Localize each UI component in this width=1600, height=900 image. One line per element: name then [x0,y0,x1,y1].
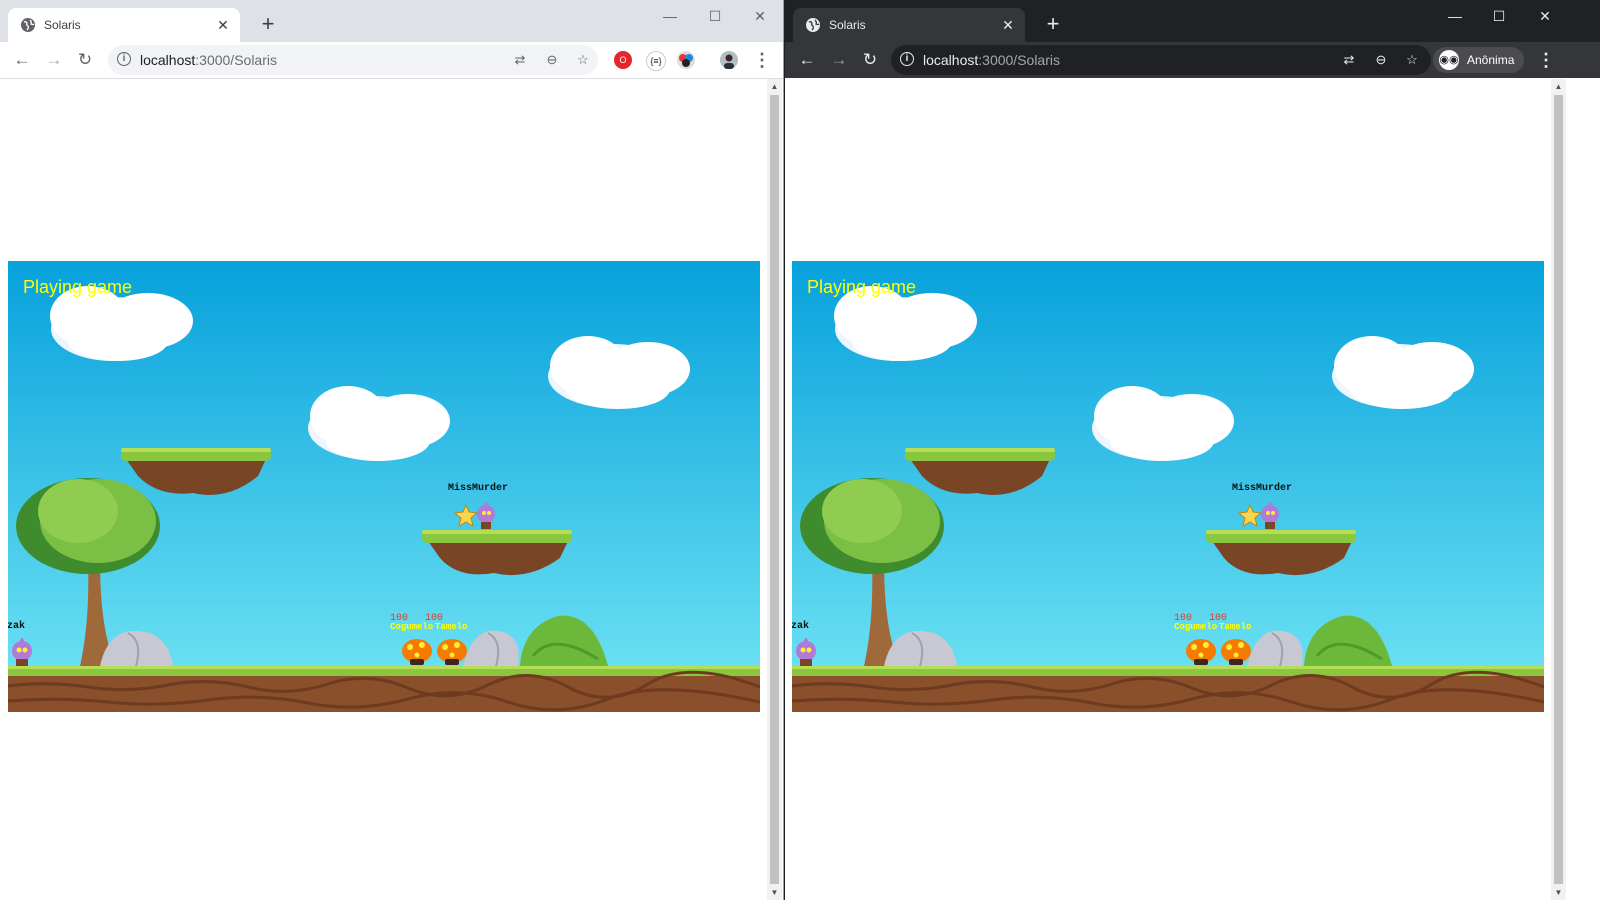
profile-avatar-icon[interactable] [720,51,738,69]
zoom-icon[interactable]: ⊖ [1373,52,1389,68]
tab-close-icon[interactable]: ✕ [999,16,1017,34]
tab-title: Solaris [829,18,866,32]
menu-kebab-icon[interactable]: ⋮ [1534,46,1558,74]
scroll-down-icon[interactable]: ▼ [1551,885,1566,900]
browser-toolbar: ← → ↻ i localhost:3000/Solaris ⇄ ⊖ ☆ ◉◉ … [785,42,1600,78]
game-canvas[interactable]: Playing game MissMurder azak 100 100 Cog… [8,261,760,712]
address-bar[interactable]: i localhost:3000/Solaris ⇄ ⊖ ☆ [108,45,598,75]
new-tab-button[interactable]: + [256,12,280,36]
player-name-azak: azak [792,621,810,632]
ground [8,666,760,712]
tab-strip: Solaris ✕ + — ☐ ✕ [785,0,1600,42]
site-info-icon[interactable]: i [900,52,914,66]
minimize-button[interactable]: — [648,2,692,30]
monster-name-cogumelo: Cogumelo [390,622,434,632]
back-button[interactable]: ← [8,46,36,74]
player-name-missmurder: MissMurder [1232,483,1293,494]
browser-window-light: Solaris ✕ + — ☐ ✕ ← → ↻ i localhost:3000… [0,0,784,900]
ground [792,666,1544,712]
url-path: :3000/Solaris [195,52,277,68]
globe-icon [806,18,820,32]
forward-button[interactable]: → [825,46,853,74]
close-window-button[interactable]: ✕ [1523,2,1567,30]
player-name-azak: azak [8,621,26,632]
player-name-missmurder: MissMurder [448,483,509,494]
back-button[interactable]: ← [793,46,821,74]
page-scrollbar[interactable]: ▲ ▼ [1551,79,1566,900]
game-status-text: Playing game [807,277,917,297]
tab-strip: Solaris ✕ + — ☐ ✕ [0,0,783,42]
monster-name-tamelo: Tamelo [435,622,468,632]
incognito-icon: ◉◉ [1439,50,1459,70]
close-window-button[interactable]: ✕ [738,2,782,30]
tab-close-icon[interactable]: ✕ [214,16,232,34]
scroll-up-icon[interactable]: ▲ [1551,79,1566,94]
game-scene [792,261,1544,712]
translate-icon[interactable]: ⇄ [1341,52,1357,68]
site-info-icon[interactable]: i [117,52,131,66]
incognito-profile-button[interactable]: ◉◉ Anônima [1433,47,1525,73]
page-scrollbar[interactable]: ▲ ▼ [767,79,782,900]
scroll-thumb[interactable] [770,95,779,884]
menu-kebab-icon[interactable]: ⋮ [750,46,774,74]
monster-name-cogumelo: Cogumelo [1174,622,1218,632]
scroll-up-icon[interactable]: ▲ [767,79,782,94]
new-tab-button[interactable]: + [1041,12,1065,36]
minimize-button[interactable]: — [1433,2,1477,30]
globe-icon [21,18,35,32]
color-extension-icon[interactable] [677,51,695,69]
browser-toolbar: ← → ↻ i localhost:3000/Solaris ⇄ ⊖ ☆ O {… [0,42,783,79]
tab-title: Solaris [44,18,81,32]
forward-button[interactable]: → [40,46,68,74]
scroll-down-icon[interactable]: ▼ [767,885,782,900]
reload-button[interactable]: ↻ [71,46,99,74]
game-canvas[interactable]: Playing game MissMurder azak 100 100 Cog… [792,261,1544,712]
tab-solaris[interactable]: Solaris ✕ [793,8,1025,42]
incognito-label: Anônima [1467,53,1515,67]
translate-icon[interactable]: ⇄ [512,52,528,68]
reload-button[interactable]: ↻ [856,46,884,74]
game-scene [8,261,760,712]
url-path: :3000/Solaris [978,52,1060,68]
scroll-thumb[interactable] [1554,95,1563,884]
game-status-text: Playing game [23,277,133,297]
json-extension-icon[interactable]: {≡} [646,51,666,71]
opera-extension-icon[interactable]: O [614,51,632,69]
bookmark-star-icon[interactable]: ☆ [1404,52,1420,68]
bookmark-star-icon[interactable]: ☆ [575,52,591,68]
monster-name-tamelo: Tamelo [1219,622,1252,632]
maximize-button[interactable]: ☐ [1477,2,1521,30]
maximize-button[interactable]: ☐ [693,2,737,30]
url-host: localhost [923,52,979,68]
zoom-icon[interactable]: ⊖ [544,52,560,68]
tab-solaris[interactable]: Solaris ✕ [8,8,240,42]
url-host: localhost [140,52,196,68]
address-bar[interactable]: i localhost:3000/Solaris ⇄ ⊖ ☆ [891,45,1431,75]
browser-window-incognito: Solaris ✕ + — ☐ ✕ ← → ↻ i localhost:3000… [785,0,1600,900]
